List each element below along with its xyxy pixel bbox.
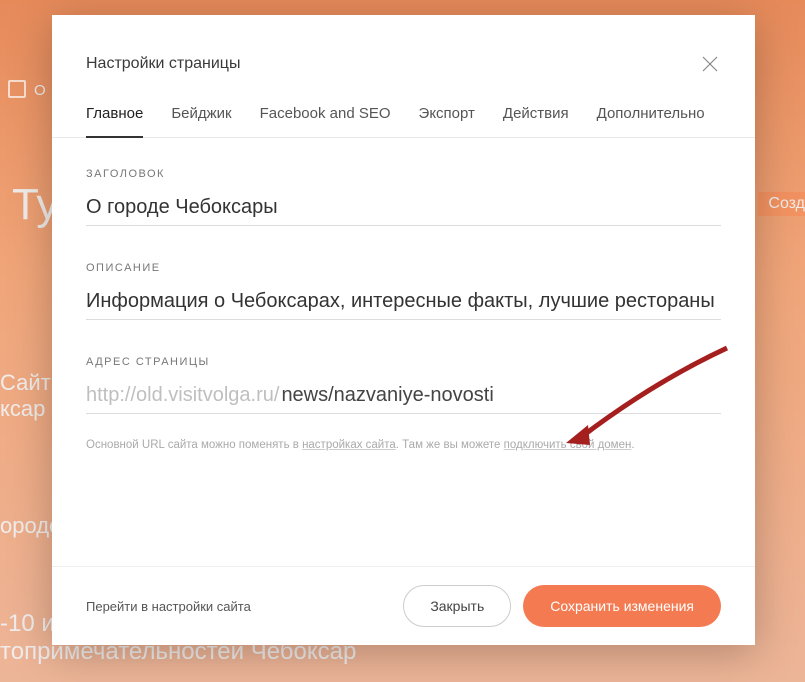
close-button[interactable]: Закрыть [403,585,511,627]
tab-main[interactable]: Главное [86,105,143,138]
close-icon [701,55,719,73]
bg-create-fragment: Созд [758,192,805,216]
tab-actions[interactable]: Действия [503,105,569,137]
save-button[interactable]: Сохранить изменения [523,585,721,627]
field-page-url-input[interactable] [281,378,721,413]
bg-site-fragment: Сайт ксар [0,370,51,422]
modal-body: ЗАГОЛОВОК ОПИСАНИЕ АДРЕС СТРАНИЦЫ http:/… [52,138,755,566]
field-title-label: ЗАГОЛОВОК [86,168,721,180]
modal-tabs: Главное Бейджик Facebook and SEO Экспорт… [52,75,755,138]
hint-link-site-settings[interactable]: настройках сайта [302,439,396,451]
url-hint: Основной URL сайта можно поменять в наст… [86,436,721,454]
url-prefix: http://old.visitvolga.ru/ [86,378,281,413]
field-title-input[interactable] [86,190,721,226]
field-page-url: АДРЕС СТРАНИЦЫ http://old.visitvolga.ru/ [86,356,721,414]
tab-badge[interactable]: Бейджик [171,105,231,137]
tab-export[interactable]: Экспорт [419,105,475,137]
modal-header: Настройки страницы [52,15,755,75]
tab-additional[interactable]: Дополнительно [597,105,705,137]
bg-publish-fragment: О [8,82,46,100]
hint-text-1: Основной URL сайта можно поменять в [86,439,302,451]
modal-footer: Перейти в настройки сайта Закрыть Сохран… [52,566,755,645]
url-row: http://old.visitvolga.ru/ [86,378,721,414]
page-settings-modal: Настройки страницы Главное Бейджик Faceb… [52,15,755,645]
hint-text-2: . Там же вы можете [396,439,504,451]
modal-close-button[interactable] [699,53,721,75]
field-description-input[interactable] [86,284,721,320]
tab-seo[interactable]: Facebook and SEO [260,105,391,137]
go-to-site-settings-link[interactable]: Перейти в настройки сайта [86,599,391,614]
hint-text-3: . [631,439,634,451]
field-page-url-label: АДРЕС СТРАНИЦЫ [86,356,721,368]
hint-link-connect-domain[interactable]: подключить свой домен [504,439,632,451]
field-description: ОПИСАНИЕ [86,262,721,320]
field-title: ЗАГОЛОВОК [86,168,721,226]
modal-title: Настройки страницы [86,55,240,73]
field-description-label: ОПИСАНИЕ [86,262,721,274]
